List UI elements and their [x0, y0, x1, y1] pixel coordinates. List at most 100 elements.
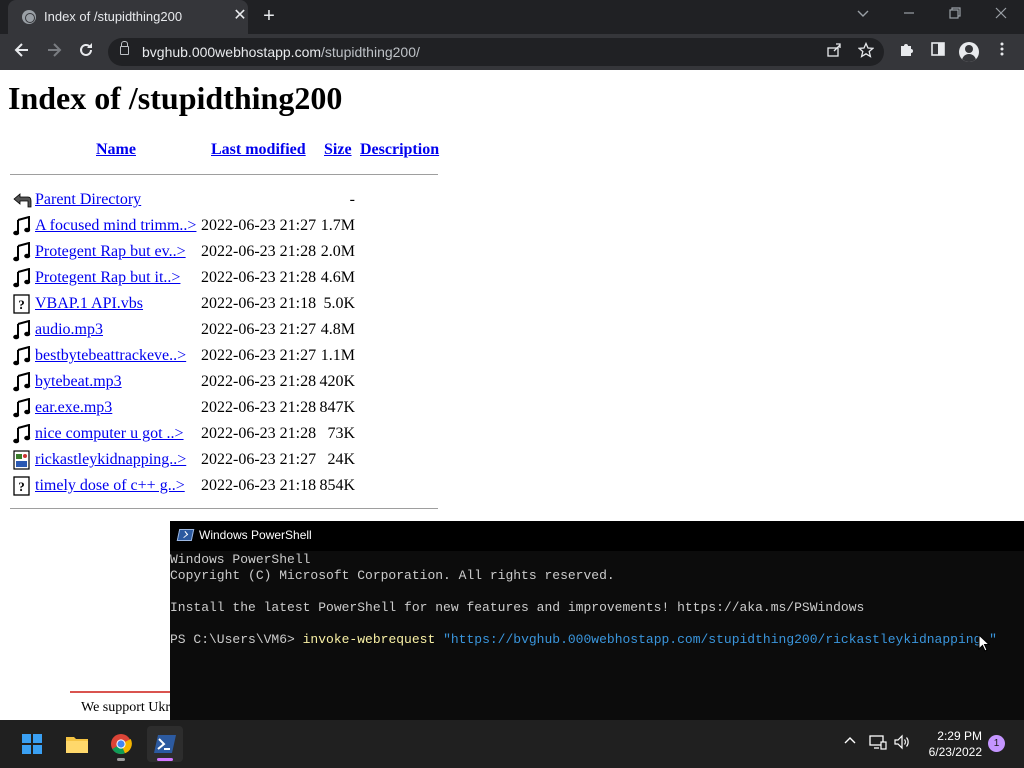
- powershell-window[interactable]: Windows PowerShell Windows PowerShell Cop…: [170, 521, 1024, 720]
- close-tab-icon[interactable]: ✕: [230, 6, 250, 26]
- console-argument: "https://bvghub.000webhostapp.com/stupid…: [443, 632, 997, 647]
- header-divider: [10, 174, 438, 175]
- file-link[interactable]: ear.exe.mp3: [35, 399, 112, 417]
- column-header-last-modified[interactable]: Last modified: [211, 141, 306, 159]
- file-row: A focused mind trimm..> 2022-06-23 21:27 1…: [10, 214, 440, 238]
- unknown-file-icon: ?: [12, 294, 32, 314]
- back-icon[interactable]: [10, 40, 34, 64]
- file-row: ? timely dose of c++ g..> 2022-06-23 21:18…: [10, 474, 440, 498]
- file-modified: 2022-06-23 21:27: [201, 321, 317, 338]
- folder-icon: [66, 737, 88, 753]
- column-header-description[interactable]: Description: [360, 141, 439, 159]
- file-size: -: [349, 191, 355, 208]
- chevron-up-icon[interactable]: [840, 734, 860, 754]
- back-arrow-icon: [12, 190, 32, 210]
- file-link[interactable]: timely dose of c++ g..>: [35, 477, 185, 495]
- console-command: invoke-webrequest: [302, 632, 436, 647]
- close-window-icon[interactable]: [988, 4, 1014, 26]
- console-output-line: Windows PowerShell: [170, 552, 311, 567]
- console-output-line: Install the latest PowerShell for new fe…: [170, 600, 865, 615]
- powershell-taskbar-button[interactable]: [147, 726, 183, 762]
- image-file-icon: [12, 450, 32, 470]
- tab-search-icon[interactable]: [850, 4, 876, 26]
- reload-icon[interactable]: [74, 40, 98, 64]
- powershell-titlebar[interactable]: Windows PowerShell: [170, 521, 1024, 551]
- bookmark-star-icon[interactable]: [856, 41, 876, 62]
- music-note-icon: [12, 319, 32, 340]
- tab-title: Index of /stupidthing200: [44, 9, 183, 24]
- system-clock[interactable]: 2:29 PM 6/23/2022: [912, 728, 982, 760]
- url-text[interactable]: bvghub.000webhostapp.com/stupidthing200/: [142, 44, 420, 60]
- console-command-line[interactable]: PS C:\Users\VM6> invoke-webrequest "http…: [170, 632, 997, 647]
- share-icon[interactable]: [824, 42, 844, 62]
- parent-directory-row: Parent Directory -: [10, 188, 440, 212]
- file-size: 4.8M: [320, 321, 355, 338]
- globe-icon: [22, 10, 36, 24]
- minimize-icon[interactable]: [896, 4, 922, 26]
- notification-badge[interactable]: 1: [988, 735, 1005, 752]
- powershell-icon: [176, 529, 195, 541]
- music-note-icon: [12, 215, 32, 236]
- file-link[interactable]: audio.mp3: [35, 321, 103, 339]
- new-tab-button[interactable]: +: [257, 5, 281, 29]
- file-link[interactable]: nice computer u got ..>: [35, 425, 184, 443]
- svg-text:?: ?: [18, 479, 25, 494]
- file-size: 847K: [319, 399, 355, 416]
- parent-directory-link[interactable]: Parent Directory: [35, 191, 141, 209]
- volume-icon[interactable]: [892, 734, 912, 754]
- footer-divider: [10, 508, 438, 509]
- menu-kebab-icon[interactable]: [991, 41, 1013, 63]
- side-panel-icon[interactable]: [927, 41, 949, 63]
- tab-strip: Index of /stupidthing200 ✕ +: [0, 0, 1024, 34]
- file-explorer-button[interactable]: [59, 726, 95, 762]
- file-size: 854K: [319, 477, 355, 494]
- file-link[interactable]: Protegent Rap but it..>: [35, 269, 180, 287]
- page-title: Index of /stupidthing200: [8, 80, 343, 116]
- music-note-icon: [12, 345, 32, 366]
- file-size: 1.7M: [320, 217, 355, 234]
- file-size: 2.0M: [320, 243, 355, 260]
- address-bar[interactable]: bvghub.000webhostapp.com/stupidthing200/: [108, 38, 884, 66]
- file-modified: 2022-06-23 21:18: [201, 477, 317, 494]
- file-link[interactable]: bestbytebeattrackeve..>: [35, 347, 186, 365]
- music-note-icon: [12, 371, 32, 392]
- chrome-icon: [111, 734, 132, 755]
- file-link[interactable]: A focused mind trimm..>: [35, 217, 196, 235]
- column-header-size[interactable]: Size: [324, 141, 352, 159]
- file-row: nice computer u got ..> 2022-06-23 21:28 7…: [10, 422, 440, 446]
- console-prompt: PS C:\Users\VM6>: [170, 632, 303, 647]
- profile-avatar-icon[interactable]: [959, 42, 979, 62]
- browser-tab[interactable]: Index of /stupidthing200 ✕: [8, 0, 248, 34]
- file-row: ear.exe.mp3 2022-06-23 21:28 847K: [10, 396, 440, 420]
- file-link[interactable]: bytebeat.mp3: [35, 373, 122, 391]
- extensions-icon[interactable]: [895, 41, 917, 63]
- svg-text:?: ?: [18, 297, 25, 312]
- column-header-name[interactable]: Name: [96, 141, 136, 159]
- file-modified: 2022-06-23 21:27: [201, 451, 317, 468]
- music-note-icon: [12, 397, 32, 418]
- file-row: bestbytebeattrackeve..> 2022-06-23 21:27 1…: [10, 344, 440, 368]
- file-link[interactable]: rickastleykidnapping..>: [35, 451, 186, 469]
- music-note-icon: [12, 267, 32, 288]
- powershell-active-indicator: [157, 758, 173, 761]
- file-row: audio.mp3 2022-06-23 21:27 4.8M: [10, 318, 440, 342]
- file-size: 420K: [319, 373, 355, 390]
- powershell-taskbar-icon: [154, 735, 176, 753]
- lock-icon[interactable]: [120, 41, 129, 55]
- chrome-button[interactable]: [103, 726, 139, 762]
- file-link[interactable]: Protegent Rap but ev..>: [35, 243, 186, 261]
- file-row: Protegent Rap but ev..> 2022-06-23 21:28 2…: [10, 240, 440, 264]
- file-size: 5.0K: [323, 295, 355, 312]
- file-row: ? VBAP.1 API.vbs 2022-06-23 21:18 5.0K: [10, 292, 440, 316]
- file-modified: 2022-06-23 21:28: [201, 243, 317, 260]
- file-size: 73K: [327, 425, 355, 442]
- forward-icon[interactable]: [42, 40, 66, 64]
- network-icon[interactable]: [868, 734, 888, 754]
- file-size: 4.6M: [320, 269, 355, 286]
- banner-text: We support Ukr: [81, 700, 171, 715]
- restore-icon[interactable]: [942, 4, 968, 26]
- start-button[interactable]: [14, 726, 50, 762]
- file-link[interactable]: VBAP.1 API.vbs: [35, 295, 143, 313]
- chrome-running-indicator: [117, 758, 125, 761]
- music-note-icon: [12, 423, 32, 444]
